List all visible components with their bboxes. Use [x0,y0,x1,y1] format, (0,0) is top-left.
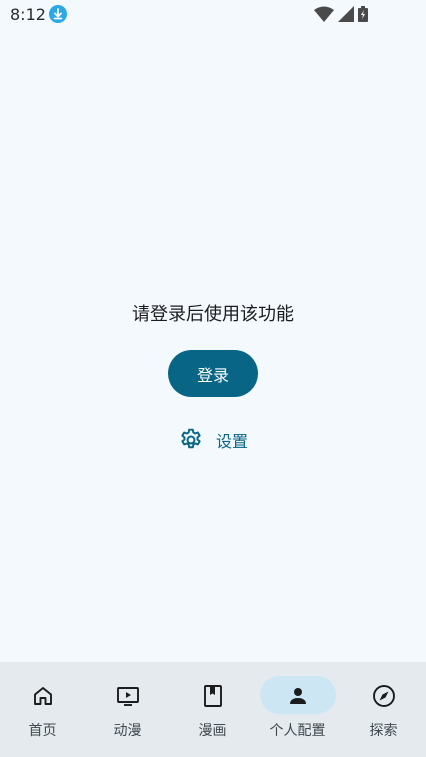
person-icon [289,688,306,704]
battery-icon [358,6,368,22]
nav-item-comics[interactable]: 漫画 [170,662,255,757]
nav-item-home[interactable]: 首页 [0,662,85,757]
compass-icon [372,685,395,707]
signal-icon [338,6,354,22]
nav-item-profile[interactable]: 个人配置 [255,662,340,757]
nav-label-home: 首页 [28,723,57,739]
login-prompt: 请登录后使用该功能 [132,304,294,325]
nav-label-profile: 个人配置 [269,723,326,739]
nav-label-explore: 探索 [369,723,398,739]
nav-label-comics: 漫画 [198,723,227,739]
wifi-icon [314,6,334,22]
play-tv-icon [116,687,139,706]
status-bar: 8:12 [0,0,426,30]
book-icon [203,685,222,707]
status-time: 8:12 [10,5,46,24]
download-icon [49,5,67,23]
settings-button[interactable]: 设置 [178,426,248,454]
nav-label-anime: 动漫 [113,723,142,739]
nav-item-explore[interactable]: 探索 [341,662,426,757]
home-icon [33,687,52,705]
login-button[interactable]: 登录 [168,350,258,397]
gear-icon [181,428,201,449]
bottom-navigation: 首页 动漫 漫画 个人配置 探索 [0,662,426,757]
settings-label: 设置 [216,432,249,451]
nav-item-anime[interactable]: 动漫 [85,662,170,757]
